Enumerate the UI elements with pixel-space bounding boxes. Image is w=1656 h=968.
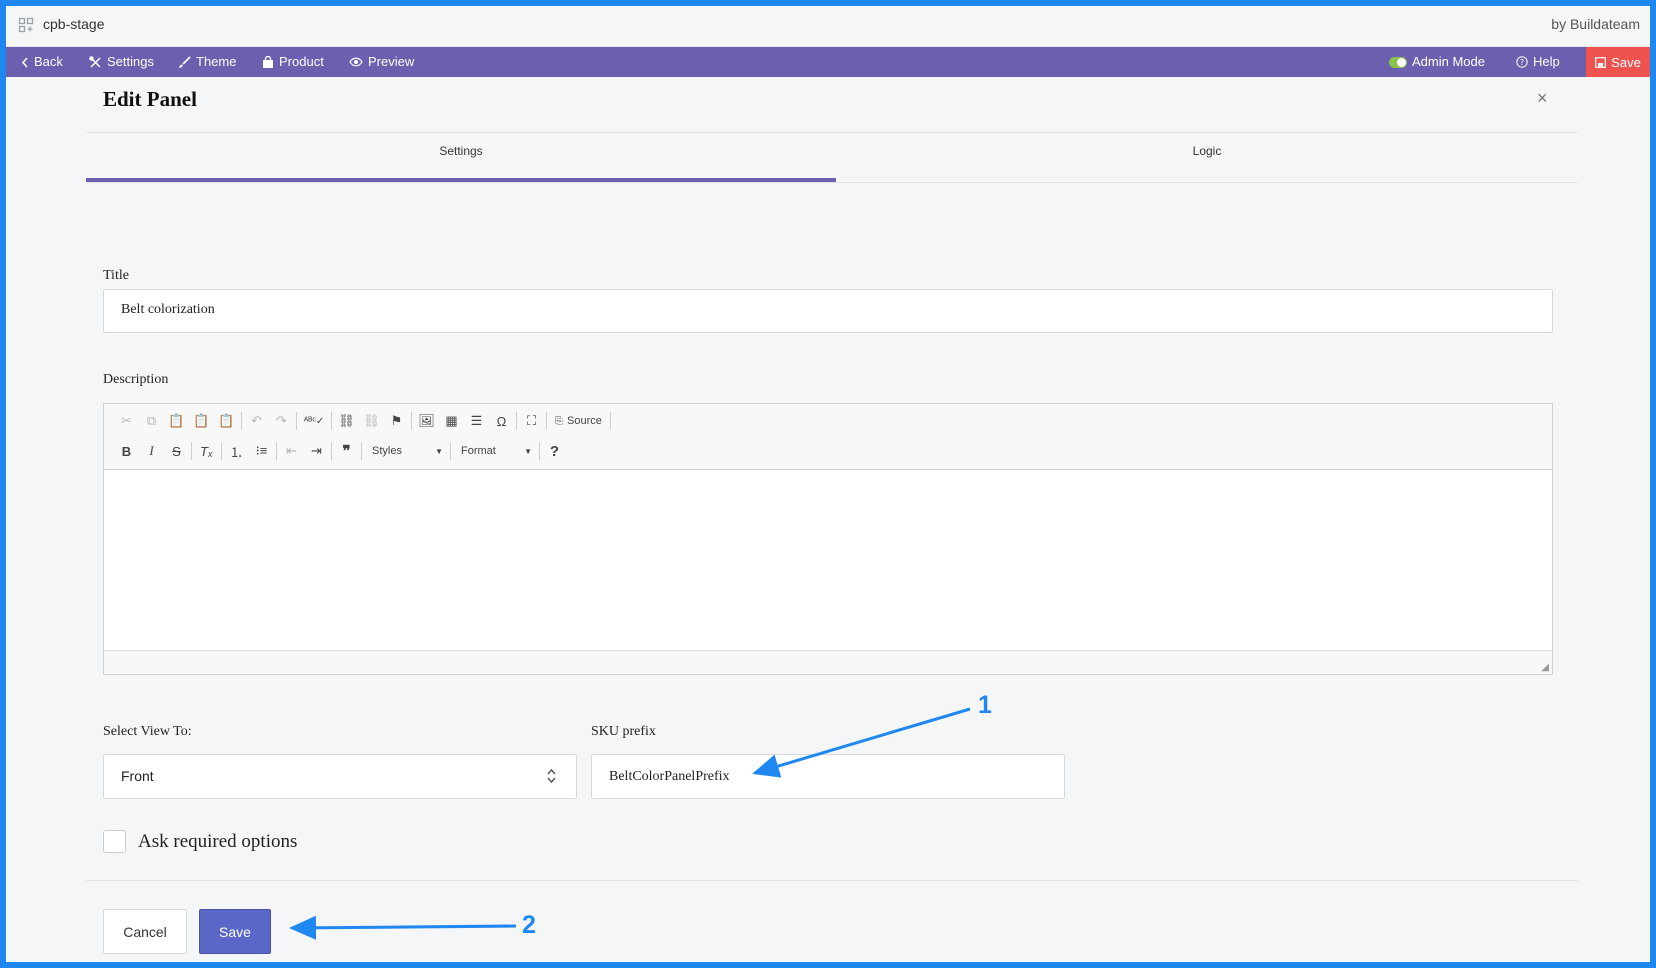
annotation-label-1: 1: [978, 691, 992, 719]
annotation-arrow-1: [752, 707, 971, 778]
annotation-label-2: 2: [522, 911, 536, 939]
annotation-arrow-2: [289, 915, 517, 940]
annotation-overlay: [289, 707, 971, 940]
